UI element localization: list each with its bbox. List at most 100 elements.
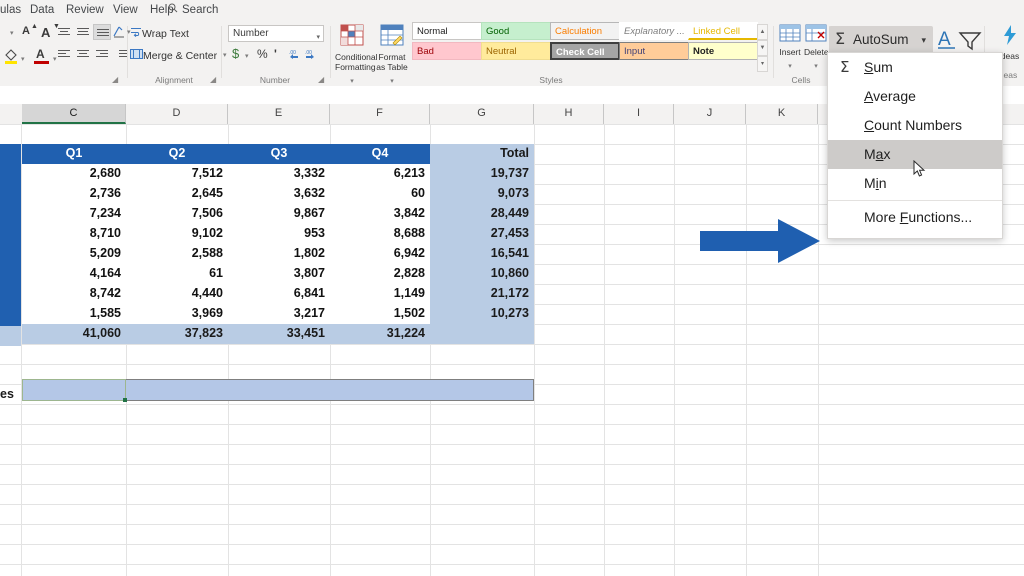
table-cell[interactable]: 27,453 [430,224,534,244]
font-color-icon[interactable]: A [36,47,45,61]
fill-color-icon[interactable] [4,48,18,69]
table-header-q2[interactable]: Q2 [126,144,228,164]
table-total-cell[interactable]: 37,823 [126,324,228,344]
active-cell[interactable] [22,379,126,401]
column-header-j[interactable]: J [674,104,746,124]
table-cell[interactable]: 3,969 [126,304,228,324]
styles-scroll-down-button[interactable]: ▼ [757,40,768,56]
alignment-dialog-launcher[interactable]: ◢ [210,75,216,84]
table-total-cell[interactable]: 33,451 [228,324,330,344]
grow-font-icon[interactable]: A [22,25,30,37]
cell-style-calculation[interactable]: Calculation [550,22,620,40]
align-middle-button[interactable] [74,24,92,40]
table-cell[interactable]: 8,742 [22,284,126,304]
cell-style-bad[interactable]: Bad [412,42,482,60]
table-header-q4[interactable]: Q4 [330,144,430,164]
table-cell[interactable]: 10,273 [430,304,534,324]
table-cell[interactable]: 2,588 [126,244,228,264]
cell-style-check-cell[interactable]: Check Cell [550,42,620,60]
align-bottom-button[interactable] [93,24,111,40]
table-header-q1[interactable]: Q1 [22,144,126,164]
conditional-formatting-button[interactable]: Conditional Formatting ▾ [335,24,369,82]
number-format-select[interactable]: Number ▾ [228,25,324,42]
autosum-dropdown-menu[interactable]: ΣSumAverageCount NumbersMaxMinMore Funct… [827,52,1003,239]
table-cell[interactable]: 2,645 [126,184,228,204]
chevron-down-icon[interactable]: ▾ [10,29,14,37]
cell-style-neutral[interactable]: Neutral [481,42,551,60]
cell-style-explanatory[interactable]: Explanatory ... [619,22,689,40]
chevron-down-icon[interactable]: ▾ [316,30,320,45]
table-cell[interactable]: 2,736 [22,184,126,204]
delete-cells-button[interactable]: Delete ▾ [804,24,828,75]
column-header-h[interactable]: H [534,104,604,124]
column-header-g[interactable]: G [430,104,534,124]
table-cell[interactable]: 6,841 [228,284,330,304]
table-cell[interactable]: 7,506 [126,204,228,224]
cell-style-normal[interactable]: Normal [412,22,482,40]
search-box[interactable]: Search [168,2,218,19]
tab-view[interactable]: View [113,2,138,19]
tab-review[interactable]: Review [66,2,104,19]
table-cell[interactable]: 1,585 [22,304,126,324]
table-header-total[interactable]: Total [430,144,534,164]
orientation-chevron-icon[interactable]: ▾ [127,28,131,36]
cell-style-input[interactable]: Input [619,42,689,60]
table-cell[interactable]: 60 [330,184,430,204]
format-as-table-chevron-icon[interactable]: ▾ [390,78,394,85]
menu-item-average[interactable]: Average [828,82,1002,111]
table-cell[interactable]: 9,102 [126,224,228,244]
table-cell[interactable]: 4,164 [22,264,126,284]
table-cell[interactable]: 9,073 [430,184,534,204]
align-right-button[interactable] [93,46,111,62]
table-cell[interactable]: 16,541 [430,244,534,264]
autosum-button[interactable]: Σ AutoSum ▾ [829,26,933,54]
decrease-decimal-icon[interactable]: .00 [305,48,319,66]
column-header-e[interactable]: E [228,104,330,124]
column-header-k[interactable]: K [746,104,818,124]
table-cell[interactable]: 10,860 [430,264,534,284]
currency-chevron-icon[interactable]: ▾ [245,52,249,60]
table-cell[interactable]: 3,217 [228,304,330,324]
table-cell[interactable]: 3,632 [228,184,330,204]
percent-format-button[interactable]: % [257,47,268,61]
table-cell[interactable]: 953 [228,224,330,244]
cell-style-note[interactable]: Note [688,42,758,60]
align-center-button[interactable] [74,46,92,62]
table-cell[interactable]: 21,172 [430,284,534,304]
column-header-c[interactable]: C [22,104,126,124]
shrink-font-icon[interactable]: A [41,25,50,40]
table-cell[interactable]: 5,209 [22,244,126,264]
table-cell[interactable]: 3,842 [330,204,430,224]
chevron-down-icon[interactable]: ▾ [921,35,926,46]
font-dialog-launcher[interactable]: ◢ [112,75,118,84]
table-header-q3[interactable]: Q3 [228,144,330,164]
insert-cells-button[interactable]: Insert ▾ [778,24,802,75]
fill-handle[interactable] [123,398,127,402]
menu-item-count-numbers[interactable]: Count Numbers [828,111,1002,140]
increase-decimal-icon[interactable]: .00 [289,48,303,66]
comma-format-button[interactable]: ' [274,47,277,61]
table-cell[interactable]: 3,332 [228,164,330,184]
fill-color-chevron-icon[interactable]: ▾ [21,55,25,63]
column-header-i[interactable]: I [604,104,674,124]
tab-data[interactable]: Data [30,2,54,19]
cell-style-good[interactable]: Good [481,22,551,40]
styles-gallery-more-button[interactable]: ▾ [757,56,768,72]
cell-style-linked-cell[interactable]: Linked Cell [688,22,758,40]
styles-scroll-up-button[interactable]: ▲ [757,24,768,40]
table-cell[interactable]: 2,828 [330,264,430,284]
menu-item-sum[interactable]: ΣSum [828,53,1002,82]
table-cell[interactable]: 1,502 [330,304,430,324]
number-dialog-launcher[interactable]: ◢ [318,75,324,84]
insert-chevron-icon[interactable]: ▾ [788,63,792,70]
align-top-button[interactable] [55,24,73,40]
table-cell[interactable]: 1,802 [228,244,330,264]
table-cell[interactable]: 28,449 [430,204,534,224]
table-cell[interactable]: 1,149 [330,284,430,304]
menu-item-more-functions[interactable]: More Functions... [828,203,1002,232]
table-cell[interactable]: 3,807 [228,264,330,284]
table-cell[interactable]: 7,512 [126,164,228,184]
table-cell[interactable]: 7,234 [22,204,126,224]
table-cell[interactable]: 4,440 [126,284,228,304]
table-total-cell[interactable]: 31,224 [330,324,430,344]
